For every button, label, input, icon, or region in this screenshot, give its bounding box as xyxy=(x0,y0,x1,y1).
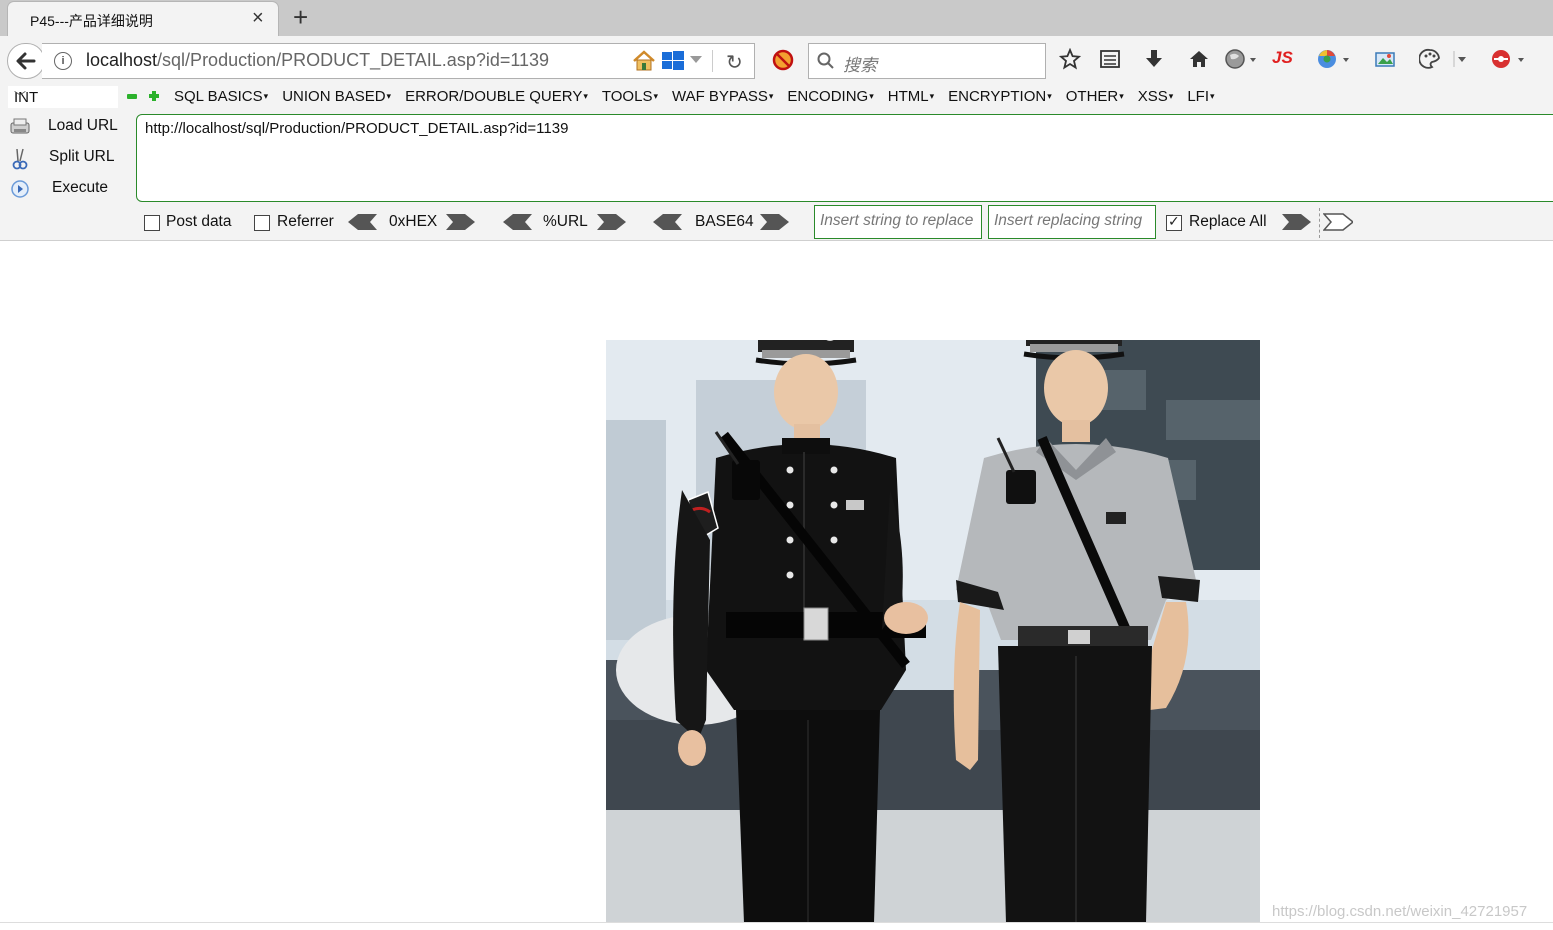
new-tab-icon[interactable]: + xyxy=(293,4,308,30)
hex-encode-arrow-icon[interactable] xyxy=(445,213,475,231)
url-textarea-value: http://localhost/sql/Production/PRODUCT_… xyxy=(145,120,569,137)
red-addon-icon[interactable] xyxy=(1490,48,1530,70)
replace-all-label: Replace All xyxy=(1189,213,1267,230)
back-button[interactable] xyxy=(7,43,45,79)
execute-label: Execute xyxy=(52,179,109,196)
search-icon xyxy=(817,52,834,69)
load-url-icon xyxy=(10,118,30,134)
site-info-icon[interactable]: i xyxy=(54,52,72,70)
download-icon[interactable] xyxy=(1143,48,1165,70)
base64-decode-arrow-icon[interactable] xyxy=(653,213,683,231)
base64-encode-arrow-icon[interactable] xyxy=(759,213,789,231)
hex-label: 0xHEX xyxy=(389,213,438,230)
browser-tab[interactable]: P45---产品详细说明 × xyxy=(8,2,278,36)
url-textarea[interactable]: http://localhost/sql/Production/PRODUCT_… xyxy=(136,114,1553,202)
split-url-label: Split URL xyxy=(49,148,115,165)
back-arrow-icon xyxy=(16,52,36,70)
security-uniform-illustration xyxy=(606,340,1260,923)
navigation-bar: i localhost/sql/Production/PRODUCT_DETAI… xyxy=(0,36,1553,84)
windows-icon[interactable] xyxy=(662,51,684,71)
undo-replace-arrow-icon[interactable] xyxy=(1323,213,1353,231)
replace-from-placeholder: Insert string to replace xyxy=(820,212,974,229)
menu-sql-basics[interactable]: SQL BASICS xyxy=(174,88,268,105)
menu-encryption[interactable]: ENCRYPTION xyxy=(948,88,1052,105)
hackbar-panel: INT ﹀ SQL BASICS UNION BASED ERROR/DOUBLE … xyxy=(0,84,1553,241)
reading-list-icon[interactable] xyxy=(1099,48,1121,70)
replace-to-input[interactable]: Insert replacing string xyxy=(988,205,1156,239)
home-icon[interactable] xyxy=(1188,48,1210,70)
referrer-label: Referrer xyxy=(277,213,334,230)
tab-title: P45---产品详细说明 xyxy=(30,13,153,29)
divider xyxy=(0,922,1553,923)
post-data-checkbox[interactable] xyxy=(144,215,160,231)
replace-from-input[interactable]: Insert string to replace xyxy=(814,205,982,239)
bookmark-star-icon[interactable] xyxy=(1059,48,1081,70)
home-small-icon[interactable] xyxy=(632,50,656,72)
search-bar[interactable]: 搜索 xyxy=(808,43,1046,79)
palette-icon[interactable] xyxy=(1419,48,1441,70)
replace-to-placeholder: Insert replacing string xyxy=(994,212,1143,229)
load-url-label: Load URL xyxy=(48,117,118,134)
type-select[interactable]: INT ﹀ xyxy=(8,86,118,108)
hackbar-options-row: Post data Referrer 0xHEX %URL BASE64 Ins… xyxy=(0,205,1553,239)
close-tab-icon[interactable]: × xyxy=(252,8,264,28)
chrome-addon-icon[interactable] xyxy=(1316,48,1352,70)
address-bar[interactable]: i localhost/sql/Production/PRODUCT_DETAI… xyxy=(42,43,755,79)
menu-html[interactable]: HTML xyxy=(888,88,934,105)
menu-lfi[interactable]: LFI xyxy=(1187,88,1214,105)
hackbar-menu: SQL BASICS UNION BASED ERROR/DOUBLE QUERY T… xyxy=(174,88,1229,105)
menu-waf-bypass[interactable]: WAF BYPASS xyxy=(672,88,773,105)
base64-label: BASE64 xyxy=(695,213,754,230)
page-content: https://blog.csdn.net/weixin_42721957 xyxy=(0,241,1553,930)
noscript-icon[interactable] xyxy=(772,49,794,71)
tab-strip: P45---产品详细说明 × + xyxy=(0,0,1553,36)
hex-decode-arrow-icon[interactable] xyxy=(348,213,378,231)
replace-arrow-icon[interactable] xyxy=(1281,213,1311,231)
play-icon xyxy=(11,180,29,198)
replace-all-checkbox[interactable] xyxy=(1166,213,1182,231)
product-image xyxy=(606,340,1260,923)
image-addon-icon[interactable] xyxy=(1374,48,1396,70)
dropdown-icon[interactable] xyxy=(690,56,702,63)
menu-union-based[interactable]: UNION BASED xyxy=(282,88,391,105)
url-encoding-label: %URL xyxy=(543,213,588,230)
referrer-checkbox[interactable] xyxy=(254,215,270,231)
post-data-label: Post data xyxy=(166,213,232,230)
globe-addon-icon[interactable] xyxy=(1224,48,1258,70)
address-text[interactable]: localhost/sql/Production/PRODUCT_DETAIL.… xyxy=(86,50,549,71)
separator xyxy=(712,50,713,72)
menu-error-double-query[interactable]: ERROR/DOUBLE QUERY xyxy=(405,88,588,105)
url-encode-arrow-icon[interactable] xyxy=(596,213,626,231)
watermark-text: https://blog.csdn.net/weixin_42721957 xyxy=(1272,903,1528,920)
menu-other[interactable]: OTHER xyxy=(1066,88,1124,105)
menu-tools[interactable]: TOOLS xyxy=(602,88,658,105)
chevron-down-icon: ﹀ xyxy=(14,90,27,104)
reload-icon[interactable]: ↻ xyxy=(726,50,743,75)
search-placeholder: 搜索 xyxy=(843,56,877,75)
menu-xss[interactable]: XSS xyxy=(1138,88,1174,105)
js-switch-icon[interactable]: JS xyxy=(1272,48,1293,68)
increase-icon[interactable] xyxy=(149,91,159,101)
decrease-icon[interactable] xyxy=(127,94,137,99)
separator xyxy=(1319,208,1320,238)
menu-dropdown-icon[interactable] xyxy=(1452,48,1468,70)
url-decode-arrow-icon[interactable] xyxy=(503,213,533,231)
menu-encoding[interactable]: ENCODING xyxy=(787,88,873,105)
scissors-icon xyxy=(12,148,28,170)
